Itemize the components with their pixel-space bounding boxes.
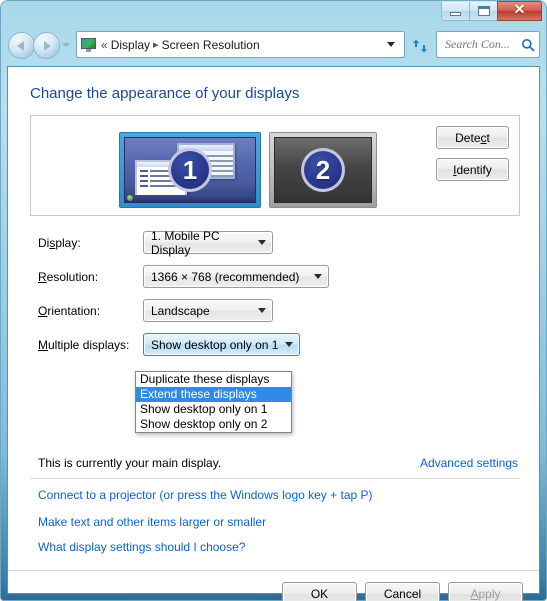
orientation-combobox[interactable]: Landscape	[143, 299, 273, 322]
address-chevron-down-icon[interactable]	[387, 42, 395, 47]
refresh-button[interactable]	[407, 31, 433, 60]
title-bar[interactable]: ✕	[0, 0, 547, 27]
chevron-down-icon	[314, 274, 322, 279]
close-icon: ✕	[513, 3, 526, 18]
search-box[interactable]	[436, 31, 540, 58]
client-area: Change the appearance of your displays 1…	[7, 66, 540, 601]
monitor-2-preview[interactable]: 2	[269, 132, 377, 208]
arrow-left-icon	[17, 40, 24, 51]
cancel-button[interactable]: Cancel	[365, 582, 440, 601]
preview-taskbar	[125, 195, 255, 202]
search-input[interactable]	[443, 36, 521, 53]
chevron-down-icon	[258, 240, 266, 245]
multiple-displays-combobox[interactable]: Show desktop only on 1	[143, 333, 300, 356]
link-connect-to-projector[interactable]: Connect to a projector (or press the Win…	[38, 488, 373, 502]
orientation-label: Orientation:	[38, 304, 101, 318]
settings-form: Display: 1. Mobile PC Display Resolution…	[30, 228, 520, 366]
advanced-settings-link[interactable]: Advanced settings	[420, 456, 518, 470]
dropdown-option[interactable]: Extend these displays	[136, 387, 291, 402]
detect-accel-char: c	[480, 130, 487, 145]
section-divider	[30, 478, 520, 479]
monitor-1-preview[interactable]: 1	[119, 132, 261, 208]
ok-button[interactable]: OK	[282, 582, 357, 601]
refresh-icon	[413, 39, 427, 52]
breadcrumb-item-display[interactable]: Display	[111, 38, 150, 52]
identify-button[interactable]: Identify	[436, 158, 509, 181]
monitor-2-screen: 2	[274, 137, 372, 203]
back-button[interactable]	[8, 32, 35, 59]
monitor-icon	[81, 37, 97, 52]
screen-resolution-window: ✕ « Display ▸ Screen Resolution Search C…	[0, 0, 547, 601]
dropdown-option[interactable]: Show desktop only on 1	[136, 402, 291, 417]
maximize-button[interactable]	[469, 1, 498, 21]
multiple-displays-dropdown-list[interactable]: Duplicate these displays Extend these dis…	[135, 371, 292, 433]
forward-button[interactable]	[33, 32, 60, 59]
display-label: Display:	[38, 236, 81, 250]
apply-button: Apply	[448, 582, 523, 601]
chevron-down-icon	[285, 342, 293, 347]
cancel-button-label: Cancel	[383, 587, 422, 601]
monitor-1-screen: 1	[124, 137, 256, 203]
multiple-displays-combobox-value: Show desktop only on 1	[151, 337, 279, 352]
resolution-combobox[interactable]: 1366 × 768 (recommended)	[143, 265, 329, 288]
dropdown-option[interactable]: Show desktop only on 2	[136, 417, 291, 432]
recent-pages-chevron-down-icon[interactable]	[62, 43, 70, 47]
minimize-icon	[450, 12, 461, 16]
orientation-combobox-value: Landscape	[151, 303, 210, 318]
ok-button-label: OK	[310, 587, 329, 601]
link-make-text-larger[interactable]: Make text and other items larger or smal…	[38, 515, 266, 529]
minimize-button[interactable]	[441, 1, 470, 21]
dialog-buttons: OK Cancel Apply	[282, 582, 523, 601]
monitor-2-number: 2	[301, 148, 345, 192]
row-orientation: Orientation: Landscape	[30, 298, 520, 332]
close-button[interactable]: ✕	[497, 1, 542, 21]
multiple-displays-label: Multiple displays:	[38, 338, 130, 352]
breadcrumb-item-screen-resolution[interactable]: Screen Resolution	[162, 38, 260, 52]
identify-accel-char: I	[453, 162, 457, 177]
resolution-combobox-value: 1366 × 768 (recommended)	[151, 269, 300, 284]
breadcrumb-overflow-chevrons[interactable]: «	[101, 38, 108, 52]
resolution-label: Resolution:	[38, 270, 99, 284]
row-multiple-displays: Multiple displays: Show desktop only on …	[30, 332, 520, 366]
row-resolution: Resolution: 1366 × 768 (recommended)	[30, 264, 520, 298]
maximize-icon	[477, 6, 490, 16]
dropdown-option[interactable]: Duplicate these displays	[136, 372, 291, 387]
address-bar[interactable]: « Display ▸ Screen Resolution	[76, 31, 405, 58]
monitor-arrangement: 1 2	[119, 132, 377, 208]
monitor-1-number: 1	[168, 148, 212, 192]
main-display-note: This is currently your main display.	[38, 456, 222, 470]
link-what-display-settings[interactable]: What display settings should I choose?	[38, 540, 245, 554]
footer-divider	[8, 570, 539, 571]
search-icon	[522, 38, 535, 52]
detect-button[interactable]: Detect	[436, 126, 509, 149]
navigation-bar: « Display ▸ Screen Resolution	[0, 27, 547, 62]
display-combobox[interactable]: 1. Mobile PC Display	[143, 228, 273, 257]
preview-action-buttons: Detect Identify	[436, 126, 509, 181]
apply-accel-char: A	[470, 587, 479, 601]
display-combobox-value: 1. Mobile PC Display	[151, 228, 220, 257]
display-preview-panel: 1 2 Detect Identify	[30, 115, 520, 216]
arrow-right-icon	[44, 40, 51, 51]
start-orb-icon	[127, 195, 133, 201]
breadcrumb-separator-icon[interactable]: ▸	[153, 38, 159, 51]
row-display: Display: 1. Mobile PC Display	[30, 228, 520, 264]
window-controls: ✕	[441, 1, 542, 22]
chevron-down-icon	[258, 308, 266, 313]
page-title: Change the appearance of your displays	[30, 85, 300, 102]
